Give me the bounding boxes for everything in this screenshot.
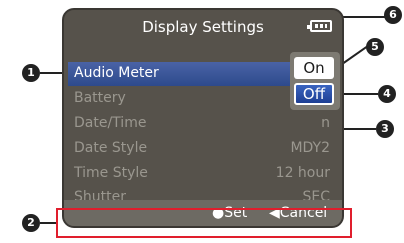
menu-item-value: 12 hour xyxy=(275,165,330,181)
screen-title: Display Settings xyxy=(142,18,264,36)
menu-item-label: Time Style xyxy=(74,165,148,181)
menu-item-shutter[interactable]: Shutter SEC xyxy=(68,186,340,200)
camera-display-screen: Display Settings Audio Meter Battery Dat… xyxy=(62,8,344,228)
callout-2-line xyxy=(40,222,56,224)
menu-item-label: Audio Meter xyxy=(74,65,159,81)
bottom-bar-highlight xyxy=(56,208,352,238)
menu-item-date-style[interactable]: Date Style MDY2 xyxy=(68,137,340,161)
on-off-popup: On Off xyxy=(290,52,340,110)
callout-marker-3: 3 xyxy=(376,120,394,138)
option-on[interactable]: On xyxy=(294,57,334,79)
callout-marker-4: 4 xyxy=(378,85,396,103)
callout-marker-5: 5 xyxy=(366,38,384,56)
menu-item-value: SEC xyxy=(302,189,330,200)
menu-item-date-time[interactable]: Date/Time n xyxy=(68,112,340,136)
callout-marker-2: 2 xyxy=(22,214,40,232)
menu-item-label: Date/Time xyxy=(74,115,147,131)
menu-item-value: MDY2 xyxy=(290,140,330,156)
option-off[interactable]: Off xyxy=(294,83,334,105)
menu-item-label: Battery xyxy=(74,90,126,106)
callout-marker-1: 1 xyxy=(22,64,40,82)
menu-item-value: n xyxy=(321,115,330,131)
battery-icon xyxy=(307,20,332,32)
callout-marker-6: 6 xyxy=(384,6,402,24)
menu-item-label: Shutter xyxy=(74,189,126,200)
menu-item-label: Date Style xyxy=(74,140,148,156)
menu-item-time-style[interactable]: Time Style 12 hour xyxy=(68,162,340,186)
